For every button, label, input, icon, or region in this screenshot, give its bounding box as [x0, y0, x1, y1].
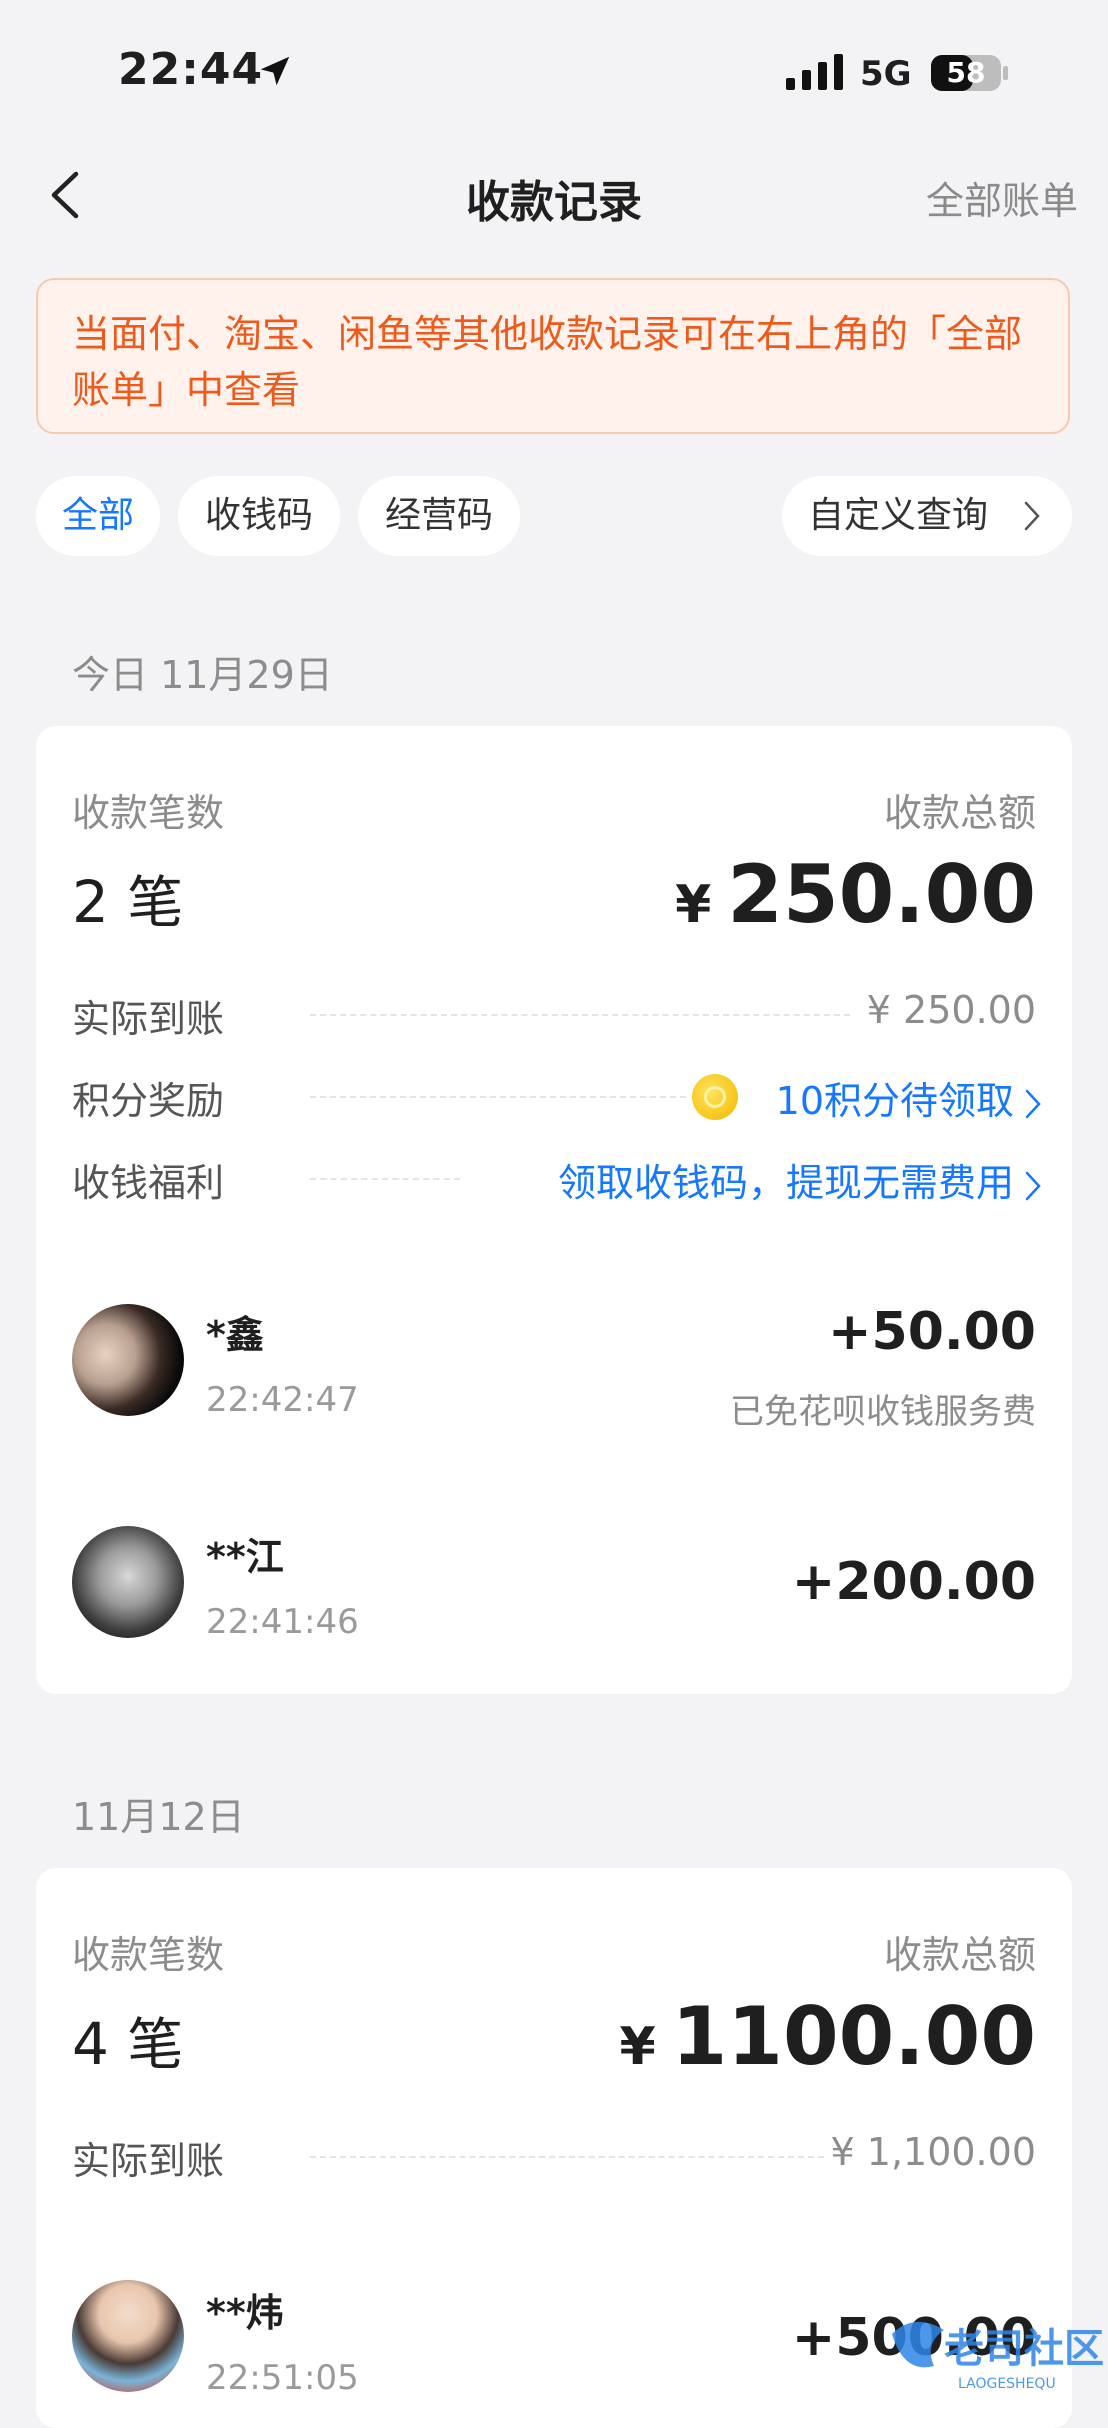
points-reward-link[interactable]: 10积分待领取	[776, 1070, 1042, 1125]
cellular-signal-icon	[786, 54, 843, 90]
battery-icon: 58	[930, 54, 1010, 92]
received-amount: ¥ 250.00	[866, 988, 1036, 1032]
location-arrow-icon	[260, 56, 290, 86]
payment-total: ¥1100.00	[619, 1990, 1036, 2083]
points-label: 积分奖励	[72, 1079, 225, 1123]
watermark-logo: 老司社区 LAOGESHEQU	[874, 2304, 1104, 2400]
received-label: 实际到账	[72, 2139, 225, 2183]
count-label: 收款笔数	[72, 791, 225, 835]
custom-query-label: 自定义查询	[808, 495, 989, 536]
divider	[310, 1014, 850, 1016]
payment-amount: +50.00	[827, 1302, 1036, 1362]
chevron-right-icon	[1025, 1171, 1041, 1200]
payment-total: ¥250.00	[675, 848, 1036, 941]
battery-level: 58	[946, 56, 986, 89]
payment-time: 22:51:05	[206, 2358, 359, 2398]
count-label: 收款笔数	[72, 1933, 225, 1977]
total-label: 收款总额	[883, 1933, 1036, 1977]
notice-banner: 当面付、淘宝、闲鱼等其他收款记录可在右上角的「全部账单」中查看	[36, 278, 1070, 434]
chevron-right-icon	[1024, 501, 1040, 531]
payment-count: 4 笔	[72, 2000, 183, 2081]
divider	[310, 1178, 460, 1180]
date-header: 11月12日	[72, 1795, 245, 1839]
received-label: 实际到账	[72, 997, 225, 1041]
divider	[310, 1096, 686, 1098]
status-bar: 22:44 5G 58	[0, 0, 1108, 140]
currency-symbol: ¥	[675, 875, 712, 935]
avatar	[72, 1304, 184, 1416]
payment-count-unit: 笔	[127, 871, 184, 936]
filter-business-code[interactable]: 经营码	[358, 476, 520, 556]
all-bills-link[interactable]: 全部账单	[926, 170, 1078, 225]
payment-count-value: 2	[72, 868, 109, 936]
benefit-link[interactable]: 领取收钱码，提现无需费用	[558, 1152, 1042, 1207]
payer-name: **炜	[206, 2291, 284, 2335]
total-label: 收款总额	[883, 791, 1036, 835]
date-header: 今日 11月29日	[72, 653, 333, 697]
status-time: 22:44	[118, 44, 264, 95]
nav-bar: 收款记录 全部账单	[0, 150, 1108, 240]
payment-count: 2 笔	[72, 858, 183, 939]
payment-total-value: 1100.00	[671, 1990, 1036, 2083]
summary-card: 收款笔数 收款总额 2 笔 ¥250.00 实际到账 ¥ 250.00 积分奖励…	[36, 726, 1072, 1694]
svg-text:LAOGESHEQU: LAOGESHEQU	[958, 2376, 1056, 2392]
svg-text:老司社区: 老司社区	[944, 2326, 1104, 2372]
benefit-label: 收钱福利	[72, 1161, 225, 1205]
received-amount: ¥ 1,100.00	[830, 2130, 1036, 2174]
fee-waived-note: 已免花呗收钱服务费	[730, 1392, 1036, 1432]
payment-time: 22:42:47	[206, 1380, 359, 1420]
chevron-right-icon	[1025, 1089, 1041, 1118]
payer-name: **江	[206, 1535, 284, 1579]
benefit-text: 领取收钱码，提现无需费用	[557, 1161, 1014, 1205]
divider	[310, 2156, 824, 2158]
avatar	[72, 1526, 184, 1638]
payer-name: *鑫	[206, 1313, 264, 1357]
currency-symbol: ¥	[619, 2017, 656, 2077]
filter-payment-code[interactable]: 收钱码	[178, 476, 340, 556]
payment-count-unit: 笔	[127, 2013, 184, 2078]
network-type: 5G	[860, 54, 912, 94]
coin-icon	[692, 1074, 738, 1120]
payment-time: 22:41:46	[206, 1602, 359, 1642]
custom-query-button[interactable]: 自定义查询	[782, 476, 1072, 556]
payment-amount: +200.00	[791, 1552, 1036, 1612]
payment-count-value: 4	[72, 2010, 109, 2078]
avatar	[72, 2280, 184, 2392]
points-reward-text: 10积分待领取	[775, 1079, 1014, 1123]
filter-all[interactable]: 全部	[36, 476, 160, 556]
payment-total-value: 250.00	[727, 848, 1036, 941]
